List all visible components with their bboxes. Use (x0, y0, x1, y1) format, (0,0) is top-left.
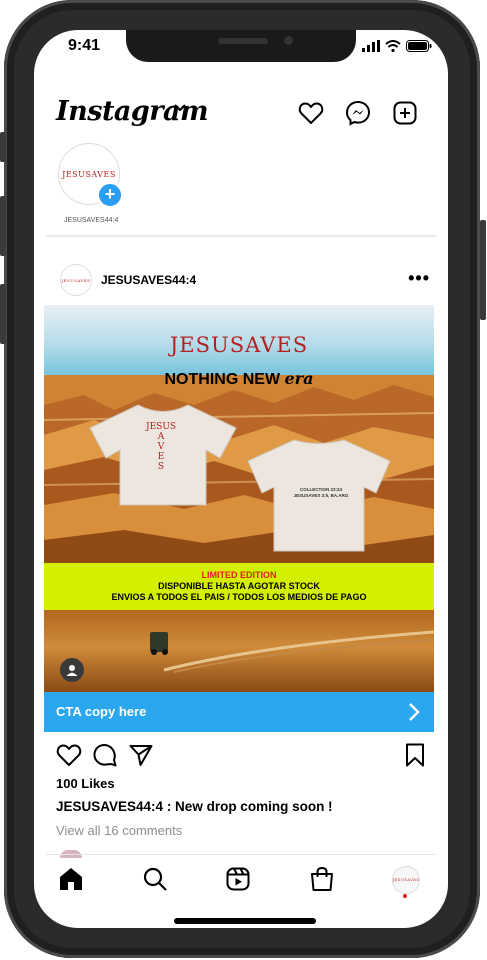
status-time: 9:41 (68, 37, 101, 54)
speaker (218, 38, 268, 44)
brand-logo: JESUSAVES (169, 333, 309, 357)
add-story-icon[interactable]: + (97, 182, 123, 208)
tshirt-front-print: JESUS A V E S (146, 422, 177, 472)
tagged-user-icon[interactable] (60, 658, 84, 682)
tagline-italic: era (284, 369, 314, 388)
chevron-down-icon[interactable] (174, 104, 186, 112)
post-image[interactable]: JESUSAVES NOTHING NEW era JESUS A V E S … (44, 305, 434, 692)
messenger-icon[interactable] (345, 100, 371, 126)
status-icons (362, 40, 432, 52)
reels-icon[interactable] (225, 866, 251, 892)
tabbar-divider (46, 854, 436, 855)
stories-divider (46, 235, 436, 237)
tshirt-back-print: COLLECTION 23:24 JESUSAVES 3:5, BA.ARG (293, 487, 349, 498)
app-header: Instagram (56, 94, 434, 134)
new-post-icon[interactable] (392, 100, 418, 126)
battery-icon (406, 40, 432, 52)
notification-dot (403, 894, 407, 898)
road-background (44, 610, 434, 692)
promo-banner: LIMITED EDITION DISPONIBLE HASTA AGOTAR … (44, 563, 434, 610)
post-actions (56, 742, 428, 770)
comment-icon[interactable] (92, 742, 118, 768)
banner-shipping: ENVIOS A TODOS EL PAIS / TODOS LOS MEDIO… (111, 592, 367, 602)
tagline-main: NOTHING NEW (164, 371, 285, 388)
home-indicator (174, 918, 316, 924)
home-icon[interactable] (58, 866, 84, 892)
road-icon (150, 630, 434, 673)
signal-icon (362, 40, 380, 52)
post-avatar-logo: JESUSAVES (61, 277, 91, 283)
banner-stock: DISPONIBLE HASTA AGOTAR STOCK (158, 581, 320, 591)
wifi-icon (385, 40, 401, 52)
chevron-right-icon (409, 703, 420, 721)
story-logo: JESUSAVES (62, 169, 116, 179)
front-camera (284, 36, 293, 45)
search-icon[interactable] (142, 866, 168, 892)
story-avatar[interactable]: JESUSAVES + (58, 143, 123, 208)
view-comments-link[interactable]: View all 16 comments (56, 823, 182, 838)
profile-tab[interactable]: JESUSAVES (392, 866, 420, 894)
notch (126, 30, 356, 62)
screen: 9:41 Instagram JESUSAVES + JESUSAVES44:4… (34, 30, 448, 928)
save-icon[interactable] (402, 742, 428, 768)
more-options-icon[interactable]: ••• (408, 268, 430, 289)
share-icon[interactable] (128, 742, 154, 768)
story-username: JESUSAVES44:4 (64, 217, 119, 224)
tshirt-back: COLLECTION 23:24 JESUSAVES 3:5, BA.ARG (244, 435, 394, 555)
post-header: JESUSAVES JESUSAVES44:4 ••• (60, 264, 430, 296)
caption-username[interactable]: JESUSAVES44:4 (56, 799, 163, 814)
tagline: NOTHING NEW era (44, 369, 434, 389)
story-own[interactable]: JESUSAVES + JESUSAVES44:4 (58, 143, 123, 224)
likes-count[interactable]: 100 Likes (56, 776, 115, 791)
post-avatar[interactable]: JESUSAVES (60, 264, 92, 296)
phone-volume-up (0, 196, 6, 256)
caption: JESUSAVES44:4 : New drop coming soon ! (56, 799, 333, 814)
like-icon[interactable] (56, 742, 82, 768)
tshirt-front: JESUS A V E S (88, 400, 238, 510)
post-username[interactable]: JESUSAVES44:4 (101, 273, 196, 287)
caption-text: : New drop coming soon ! (163, 799, 333, 814)
cta-button[interactable]: CTA copy here (44, 692, 434, 732)
phone-power-button (480, 220, 486, 320)
shop-icon[interactable] (309, 866, 335, 892)
heart-icon[interactable] (298, 100, 324, 126)
banner-limited: LIMITED EDITION (201, 570, 277, 580)
profile-tab-logo: JESUSAVES (392, 878, 420, 882)
cta-label: CTA copy here (56, 704, 147, 719)
phone-side-button (0, 132, 6, 162)
phone-volume-down (0, 284, 6, 344)
